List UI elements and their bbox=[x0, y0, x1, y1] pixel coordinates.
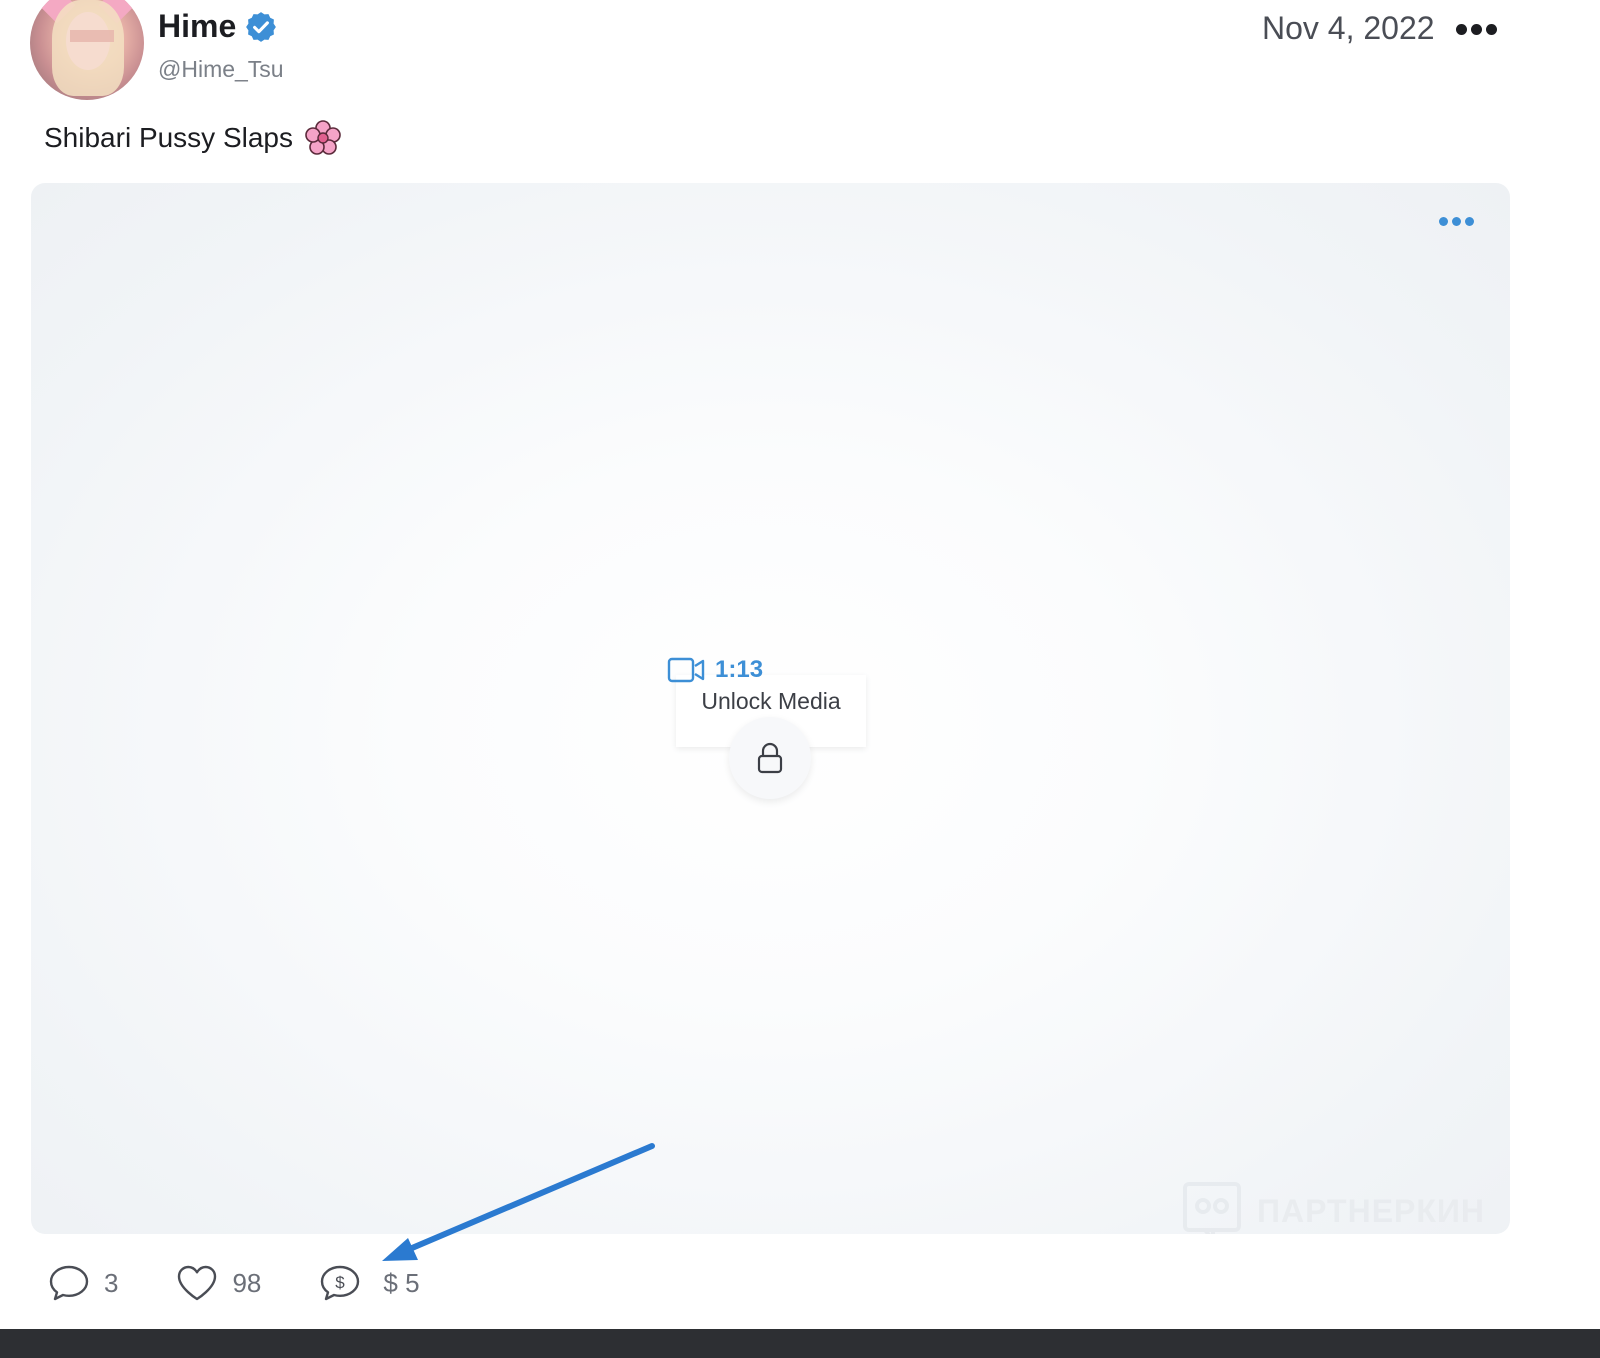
locked-media-card[interactable]: 1:13 Unlock Media ПАРТНЕРКИН bbox=[31, 183, 1510, 1234]
lock-icon bbox=[757, 742, 783, 774]
dot bbox=[1471, 23, 1482, 35]
watermark: ПАРТНЕРКИН bbox=[1181, 1180, 1485, 1234]
heart-icon bbox=[178, 1265, 217, 1301]
video-icon bbox=[667, 657, 705, 683]
avatar[interactable] bbox=[30, 0, 144, 100]
post-page: Hime @Hime_Tsu Nov 4, 2022 Shibari Pussy… bbox=[0, 0, 1600, 1358]
verified-badge-icon bbox=[246, 11, 277, 42]
watermark-logo-icon bbox=[1183, 1182, 1241, 1234]
video-duration-badge: 1:13 bbox=[667, 656, 763, 684]
watermark-text: ПАРТНЕРКИН bbox=[1257, 1192, 1486, 1229]
comments-action[interactable]: 3 bbox=[48, 1264, 118, 1302]
dot bbox=[1456, 23, 1467, 35]
author-display-name[interactable]: Hime bbox=[158, 8, 236, 45]
post-more-options-icon[interactable] bbox=[1456, 22, 1500, 36]
media-more-options-icon[interactable] bbox=[1439, 217, 1474, 226]
post-date[interactable]: Nov 4, 2022 bbox=[1262, 10, 1435, 47]
likes-count: 98 bbox=[232, 1267, 262, 1298]
comments-count: 3 bbox=[104, 1267, 119, 1298]
author-name-row: Hime bbox=[158, 8, 278, 45]
tip-icon: $ bbox=[321, 1265, 360, 1301]
dot bbox=[1486, 23, 1497, 35]
unlock-button[interactable] bbox=[729, 717, 811, 799]
bottom-border bbox=[0, 1329, 1600, 1358]
post-caption-text: Shibari Pussy Slaps bbox=[44, 122, 294, 153]
like-action[interactable]: 98 bbox=[176, 1264, 261, 1302]
comment-icon bbox=[49, 1265, 89, 1301]
dot bbox=[1452, 217, 1461, 226]
unlock-media-label[interactable]: Unlock Media bbox=[676, 688, 866, 715]
dot bbox=[1465, 217, 1474, 226]
post-caption: Shibari Pussy Slaps bbox=[44, 120, 341, 156]
cherry-blossom-icon bbox=[305, 120, 341, 155]
author-handle[interactable]: @Hime_Tsu bbox=[158, 56, 284, 83]
price-label: $ 5 bbox=[383, 1268, 419, 1299]
price-value: $ 5 bbox=[383, 1267, 420, 1298]
tip-action[interactable]: $ bbox=[319, 1264, 361, 1302]
video-duration: 1:13 bbox=[715, 656, 764, 683]
post-actions-bar: 3 98 $ $ 5 bbox=[48, 1264, 478, 1302]
svg-text:$: $ bbox=[336, 1273, 346, 1292]
avatar-censor-bar bbox=[70, 30, 114, 42]
dot bbox=[1439, 217, 1448, 226]
